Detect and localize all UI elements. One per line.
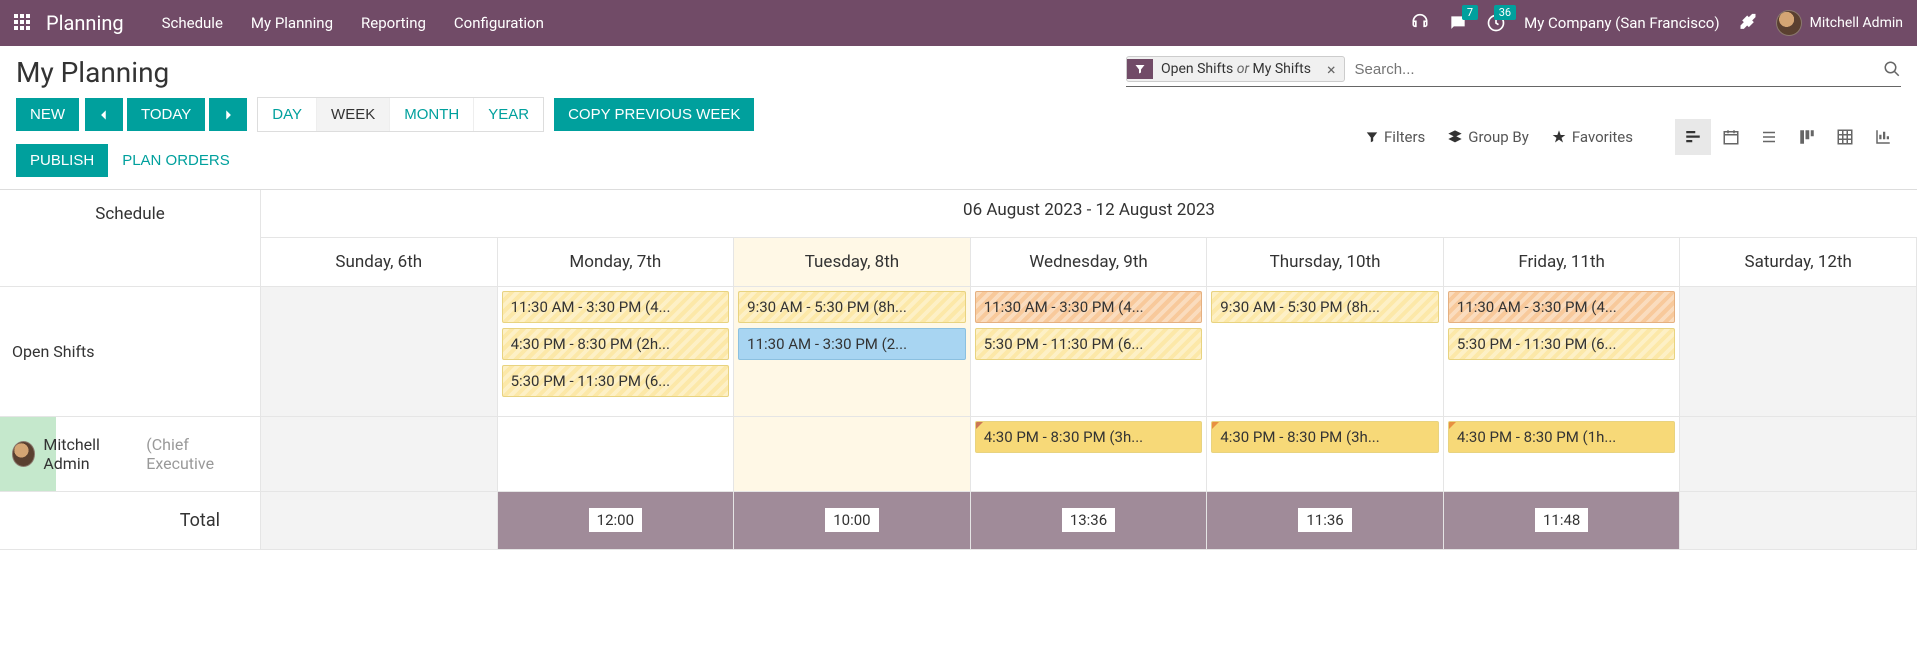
shift-pill[interactable]: 11:30 AM - 3:30 PM (4... <box>502 291 730 323</box>
schedule-corner-label: Schedule <box>0 190 261 238</box>
debug-icon[interactable] <box>1738 13 1758 33</box>
search-facet: Open Shifts or My Shifts × <box>1126 56 1345 82</box>
cell-open-sun[interactable] <box>261 287 498 417</box>
view-graph-icon[interactable] <box>1865 119 1901 155</box>
view-pivot-icon[interactable] <box>1827 119 1863 155</box>
today-button[interactable]: TODAY <box>127 98 205 131</box>
day-header-fri[interactable]: Friday, 11th <box>1444 238 1681 287</box>
shift-pill[interactable]: 4:30 PM - 8:30 PM (3h... <box>1211 421 1439 453</box>
scale-week[interactable]: WEEK <box>317 98 390 131</box>
search-icon[interactable] <box>1883 60 1901 78</box>
day-header-tue[interactable]: Tuesday, 8th <box>734 238 971 287</box>
shift-pill[interactable]: 4:30 PM - 8:30 PM (3h... <box>975 421 1203 453</box>
cell-open-tue[interactable]: 9:30 AM - 5:30 PM (8h... 11:30 AM - 3:30… <box>734 287 971 417</box>
view-list-icon[interactable] <box>1751 119 1787 155</box>
shift-pill[interactable]: 9:30 AM - 5:30 PM (8h... <box>1211 291 1439 323</box>
total-wed: 13:36 <box>971 492 1208 550</box>
prev-button[interactable] <box>85 98 123 131</box>
shift-pill[interactable]: 5:30 PM - 11:30 PM (6... <box>975 328 1203 360</box>
page-title: My Planning <box>16 56 169 89</box>
activities-badge: 36 <box>1494 5 1516 20</box>
day-header-sun[interactable]: Sunday, 6th <box>261 238 498 287</box>
row-open-shifts[interactable]: Open Shifts <box>0 287 261 417</box>
shift-pill[interactable]: 5:30 PM - 11:30 PM (6... <box>502 365 730 397</box>
groupby-dropdown[interactable]: Group By <box>1447 128 1529 146</box>
favorites-dropdown[interactable]: Favorites <box>1551 128 1633 146</box>
messaging-icon[interactable]: 7 <box>1448 13 1468 33</box>
publish-button[interactable]: PUBLISH <box>16 144 108 177</box>
day-header-thu[interactable]: Thursday, 10th <box>1207 238 1444 287</box>
search-box[interactable]: Open Shifts or My Shifts × <box>1126 56 1901 87</box>
facet-text: Open Shifts or My Shifts <box>1153 57 1319 81</box>
shift-pill[interactable]: 9:30 AM - 5:30 PM (8h... <box>738 291 966 323</box>
plan-orders-button[interactable]: PLAN ORDERS <box>108 144 244 177</box>
avatar-icon <box>12 441 35 467</box>
total-mon: 12:00 <box>498 492 735 550</box>
cell-open-mon[interactable]: 11:30 AM - 3:30 PM (4... 4:30 PM - 8:30 … <box>498 287 735 417</box>
shift-pill[interactable]: 4:30 PM - 8:30 PM (1h... <box>1448 421 1676 453</box>
day-header-mon[interactable]: Monday, 7th <box>498 238 735 287</box>
employee-name: Mitchell Admin <box>43 435 138 473</box>
cell-open-sat[interactable] <box>1680 287 1917 417</box>
date-range: 06 August 2023 - 12 August 2023 <box>261 190 1917 238</box>
employee-role: (Chief Executive <box>146 435 248 473</box>
view-kanban-icon[interactable] <box>1789 119 1825 155</box>
filters-dropdown[interactable]: Filters <box>1365 128 1425 146</box>
avatar-icon <box>1776 10 1802 36</box>
filter-icon <box>1127 59 1153 79</box>
shift-pill[interactable]: 5:30 PM - 11:30 PM (6... <box>1448 328 1676 360</box>
activities-icon[interactable]: 36 <box>1486 13 1506 33</box>
cell-ma-thu[interactable]: 4:30 PM - 8:30 PM (3h... <box>1207 417 1444 492</box>
cell-ma-sun[interactable] <box>261 417 498 492</box>
cell-ma-fri[interactable]: 4:30 PM - 8:30 PM (1h... <box>1444 417 1681 492</box>
nav-my-planning[interactable]: My Planning <box>237 14 347 32</box>
total-sun <box>261 492 498 550</box>
nav-schedule[interactable]: Schedule <box>148 14 237 32</box>
total-tue: 10:00 <box>734 492 971 550</box>
scale-month[interactable]: MONTH <box>390 98 474 131</box>
nav-reporting[interactable]: Reporting <box>347 14 440 32</box>
cell-open-thu[interactable]: 9:30 AM - 5:30 PM (8h... <box>1207 287 1444 417</box>
cell-ma-tue[interactable] <box>734 417 971 492</box>
company-switcher[interactable]: My Company (San Francisco) <box>1524 14 1719 32</box>
search-input[interactable] <box>1351 57 1883 82</box>
row-mitchell-admin[interactable]: Mitchell Admin (Chief Executive <box>0 417 261 492</box>
messaging-badge: 7 <box>1462 5 1478 20</box>
total-sat <box>1680 492 1917 550</box>
shift-pill[interactable]: 11:30 AM - 3:30 PM (4... <box>1448 291 1676 323</box>
cell-ma-wed[interactable]: 4:30 PM - 8:30 PM (3h... <box>971 417 1208 492</box>
total-thu: 11:36 <box>1207 492 1444 550</box>
user-name: Mitchell Admin <box>1810 15 1903 31</box>
scale-year[interactable]: YEAR <box>474 98 543 131</box>
apps-menu-icon[interactable] <box>14 14 32 32</box>
total-fri: 11:48 <box>1444 492 1681 550</box>
scale-day[interactable]: DAY <box>258 98 317 131</box>
copy-previous-button[interactable]: COPY PREVIOUS WEEK <box>554 98 754 131</box>
cell-ma-mon[interactable] <box>498 417 735 492</box>
facet-remove-icon[interactable]: × <box>1319 60 1344 79</box>
app-brand[interactable]: Planning <box>46 11 124 35</box>
user-menu[interactable]: Mitchell Admin <box>1776 10 1903 36</box>
new-button[interactable]: NEW <box>16 98 79 131</box>
day-header-sat[interactable]: Saturday, 12th <box>1680 238 1917 287</box>
next-button[interactable] <box>209 98 247 131</box>
shift-pill[interactable]: 11:30 AM - 3:30 PM (4... <box>975 291 1203 323</box>
view-gantt-icon[interactable] <box>1675 119 1711 155</box>
voip-icon[interactable] <box>1410 13 1430 33</box>
view-calendar-icon[interactable] <box>1713 119 1749 155</box>
cell-open-fri[interactable]: 11:30 AM - 3:30 PM (4... 5:30 PM - 11:30… <box>1444 287 1681 417</box>
cell-ma-sat[interactable] <box>1680 417 1917 492</box>
shift-pill[interactable]: 4:30 PM - 8:30 PM (2h... <box>502 328 730 360</box>
row-total-label: Total <box>0 492 261 550</box>
day-header-wed[interactable]: Wednesday, 9th <box>971 238 1208 287</box>
cell-open-wed[interactable]: 11:30 AM - 3:30 PM (4... 5:30 PM - 11:30… <box>971 287 1208 417</box>
shift-pill[interactable]: 11:30 AM - 3:30 PM (2... <box>738 328 966 360</box>
nav-configuration[interactable]: Configuration <box>440 14 558 32</box>
